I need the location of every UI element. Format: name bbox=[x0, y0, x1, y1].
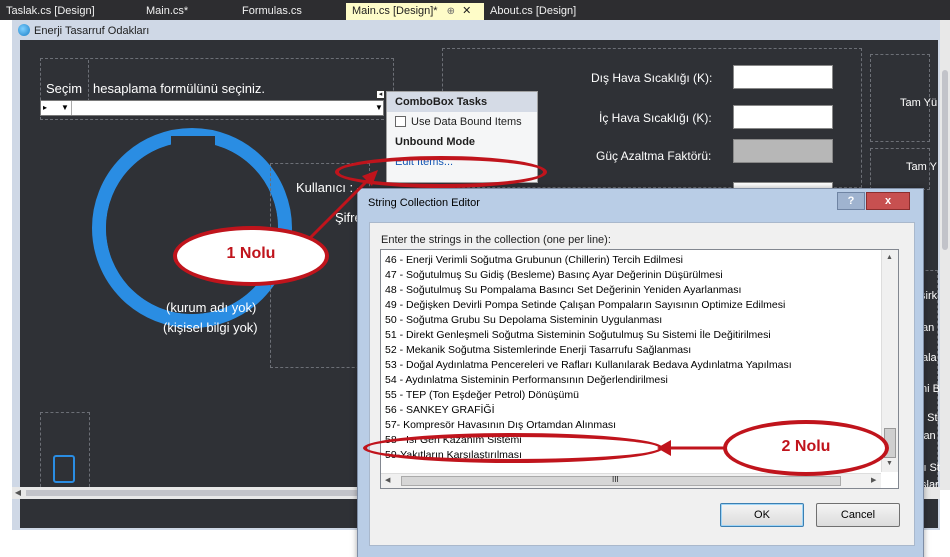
form-title-bar: Enerji Tasarruf Odakları bbox=[18, 22, 149, 40]
scroll-down-icon[interactable]: ▼ bbox=[886, 460, 893, 467]
tasks-header: ComboBox Tasks bbox=[387, 92, 537, 112]
tab-label: About.cs [Design] bbox=[490, 5, 577, 17]
tab-label: Taslak.cs [Design] bbox=[6, 5, 95, 17]
app-icon bbox=[18, 24, 30, 36]
scroll-grip: III bbox=[612, 475, 619, 484]
close-icon[interactable]: ✕ bbox=[462, 5, 471, 17]
scroll-thumb[interactable]: III bbox=[401, 475, 841, 486]
scroll-thumb[interactable] bbox=[942, 70, 948, 250]
list-item: 52 - Mekanik Soğutma Sistemlerinde Enerj… bbox=[385, 344, 692, 356]
ic-hava-label: İç Hava Sıcaklığı (K): bbox=[599, 111, 712, 125]
callout-1: 1 Nolu bbox=[173, 226, 329, 286]
device-icon[interactable] bbox=[53, 455, 75, 483]
tab-main-cs[interactable]: Main.cs* bbox=[140, 3, 194, 20]
smart-tag-glyph-icon[interactable]: ◂ bbox=[376, 90, 385, 99]
ic-hava-input[interactable] bbox=[733, 105, 833, 129]
tam-yuk-label-1: Tam Yü bbox=[900, 97, 938, 109]
formula-label: hesaplama formülünü seçiniz. bbox=[93, 81, 265, 96]
small-arrow-icon: ▸ bbox=[43, 103, 48, 112]
list-item: 51 - Direkt Genleşmeli Soğutma Sistemini… bbox=[385, 329, 771, 341]
kurum-adi: (kurum adı yok) bbox=[166, 300, 257, 315]
formula-combobox[interactable]: ▸ ▼ ▼ bbox=[40, 100, 384, 116]
list-item: 50 - Soğutma Grubu Su Depolama Sistemini… bbox=[385, 314, 663, 326]
use-data-bound-label: Use Data Bound Items bbox=[411, 116, 522, 128]
guc-azaltma-label: Güç Azaltma Faktörü: bbox=[596, 149, 712, 163]
scroll-thumb[interactable] bbox=[26, 490, 366, 496]
scroll-right-icon[interactable]: ▶ bbox=[871, 476, 876, 484]
checkbox[interactable] bbox=[395, 116, 406, 127]
tam-yuk-label-2: Tam Y bbox=[906, 161, 937, 173]
globe-gap bbox=[171, 136, 215, 150]
use-data-bound-option[interactable]: Use Data Bound Items bbox=[387, 112, 537, 132]
list-item: 48 - Soğutulmuş Su Pompalama Basıncı Set… bbox=[385, 284, 742, 296]
list-item: 49 - Değişken Devirli Pompa Setinde Çalı… bbox=[385, 299, 786, 311]
chevron-down-icon[interactable]: ▼ bbox=[61, 103, 69, 112]
tab-main-design[interactable]: Main.cs [Design]* ⊕ ✕ bbox=[346, 3, 484, 20]
list-item: 46 - Enerji Verimli Soğutma Grubunun (Ch… bbox=[385, 254, 684, 266]
scroll-left-icon[interactable]: ◀ bbox=[385, 476, 390, 484]
scroll-left-icon[interactable]: ◀ bbox=[12, 487, 24, 499]
list-item: 54 - Aydınlatma Sisteminin Performansını… bbox=[385, 374, 668, 386]
form-title: Enerji Tasarruf Odakları bbox=[34, 25, 150, 37]
kisisel-bilgi: (kişisel bilgi yok) bbox=[163, 320, 258, 335]
ok-button[interactable]: OK bbox=[720, 503, 804, 527]
tab-taslak-design[interactable]: Taslak.cs [Design] bbox=[0, 3, 101, 20]
tab-label: Formulas.cs bbox=[242, 5, 302, 17]
list-item: 55 - TEP (Ton Eşdeğer Petrol) Dönüşümü bbox=[385, 389, 579, 401]
tab-formulas-cs[interactable]: Formulas.cs bbox=[236, 3, 308, 20]
secim-label: Seçim bbox=[46, 81, 83, 96]
callout-2: 2 Nolu bbox=[723, 420, 889, 476]
help-button[interactable]: ? bbox=[837, 192, 865, 210]
tab-label: Main.cs* bbox=[146, 5, 189, 17]
tab-label: Main.cs [Design]* bbox=[352, 5, 438, 17]
guc-azaltma-input[interactable] bbox=[733, 139, 833, 163]
scroll-up-icon[interactable]: ▲ bbox=[886, 254, 893, 261]
combo-divider bbox=[71, 101, 72, 115]
dialog-instructions: Enter the strings in the collection (one… bbox=[381, 234, 611, 246]
unbound-mode-heading: Unbound Mode bbox=[395, 136, 476, 148]
dialog-close-button[interactable]: x bbox=[866, 192, 910, 210]
list-item: 57- Kompresör Havasının Dış Ortamdan Alı… bbox=[385, 419, 617, 431]
dis-hava-label: Dış Hava Sıcaklığı (K): bbox=[591, 71, 713, 85]
designer-vertical-scrollbar[interactable] bbox=[940, 20, 950, 490]
item-57-highlight-ring bbox=[363, 433, 663, 463]
tab-about-design[interactable]: About.cs [Design] bbox=[484, 3, 582, 20]
list-item: 47 - Soğutulmuş Su Gidiş (Besleme) Basın… bbox=[385, 269, 723, 281]
list-item: 53 - Doğal Aydınlatma Pencereleri ve Raf… bbox=[385, 359, 792, 371]
chevron-down-icon[interactable]: ▼ bbox=[375, 103, 383, 112]
list-item: 56 - SANKEY GRAFİĞİ bbox=[385, 404, 495, 416]
dis-hava-input[interactable] bbox=[733, 65, 833, 89]
side-label: ala bbox=[922, 352, 937, 364]
cancel-button[interactable]: Cancel bbox=[816, 503, 900, 527]
pin-icon[interactable]: ⊕ bbox=[447, 6, 455, 17]
